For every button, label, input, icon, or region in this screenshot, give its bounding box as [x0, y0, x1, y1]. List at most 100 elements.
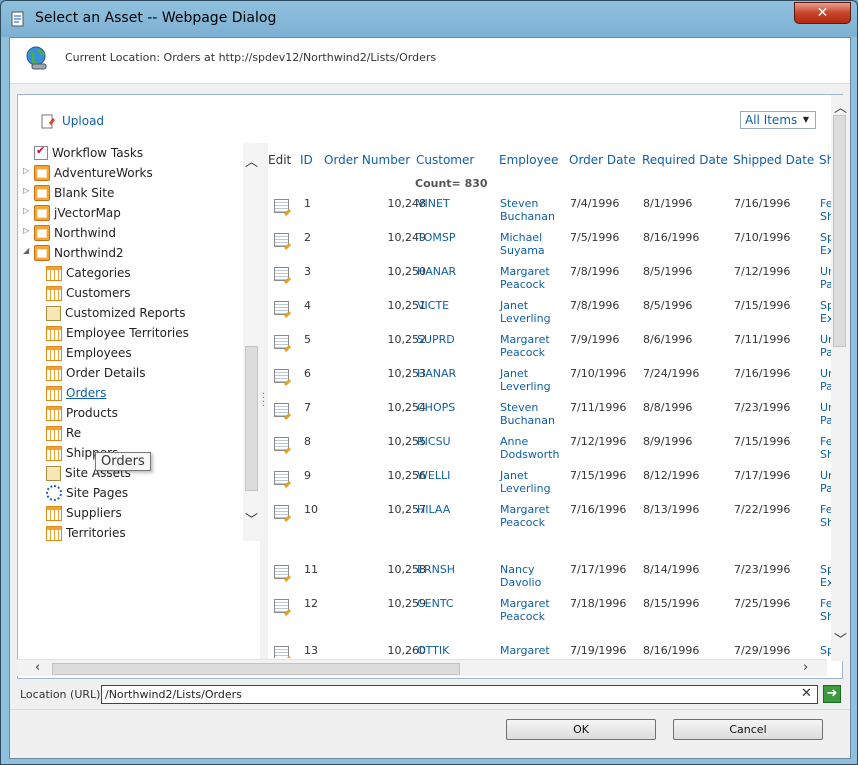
table-row[interactable]: 12 10,259 CENTC Margaret Peacock 7/18/1996 8/1…: [268, 597, 831, 631]
tree-item-workflow-tasks[interactable]: Workflow Tasks: [34, 143, 143, 163]
tree-scrollbar[interactable]: ︿ ﹀: [243, 143, 260, 541]
edit-icon[interactable]: [274, 335, 289, 349]
tree-item-customers[interactable]: Customers: [46, 283, 131, 303]
cell-customer[interactable]: ERNSH: [417, 563, 455, 576]
tree-item-territories[interactable]: Territories: [46, 523, 126, 543]
chevron-left-icon[interactable]: ‹: [35, 660, 40, 675]
column-header-order-number[interactable]: Order Number: [324, 153, 410, 167]
tree-item-order-details[interactable]: Order Details: [46, 363, 146, 383]
cell-ship[interactable]: UnPac: [820, 401, 831, 427]
tree-item-adventureworks[interactable]: AdventureWorks: [34, 163, 153, 183]
cell-customer[interactable]: WELLI: [417, 469, 450, 482]
cell-ship[interactable]: Sp: [820, 644, 831, 657]
cell-ship[interactable]: FedSh: [820, 597, 831, 623]
cell-ship[interactable]: FedSh: [820, 435, 831, 461]
location-url-input[interactable]: [101, 685, 818, 704]
tree-item-re[interactable]: Re: [46, 423, 81, 443]
tree-item-northwind2[interactable]: Northwind2: [34, 243, 124, 263]
table-row[interactable]: 11 10,258 ERNSH Nancy Davolio 7/17/1996 8/14/1…: [268, 563, 831, 597]
close-button[interactable]: ✕: [794, 2, 851, 24]
cell-emp[interactable]: MargaretPeacock: [500, 644, 550, 658]
go-button[interactable]: ➜: [823, 685, 841, 703]
cell-emp[interactable]: Janet Leverling: [500, 367, 551, 393]
cancel-button[interactable]: Cancel: [673, 719, 823, 740]
tree-scroll-thumb[interactable]: [245, 346, 258, 491]
table-row[interactable]: 9 10,256 WELLI Janet Leverling 7/15/1996 8/12/…: [268, 469, 831, 503]
edit-icon[interactable]: [274, 599, 289, 613]
cell-emp[interactable]: Michael Suyama: [500, 231, 545, 257]
table-row[interactable]: 5 10,252 SUPRD Margaret Peacock 7/9/1996 8/6/1…: [268, 333, 831, 367]
cell-ship[interactable]: SpExp: [820, 563, 831, 589]
cell-customer[interactable]: CHOPS: [417, 401, 455, 414]
tree-item-blank-site[interactable]: Blank Site: [34, 183, 114, 203]
edit-icon[interactable]: [274, 267, 289, 281]
table-row[interactable]: 8 10,255 RICSU Anne Dodsworth 7/12/1996 8/9/19…: [268, 435, 831, 469]
cell-ship[interactable]: UnPac: [820, 333, 831, 359]
horizontal-scroll-thumb[interactable]: [52, 663, 460, 675]
cell-customer[interactable]: SUPRD: [417, 333, 455, 346]
clear-icon[interactable]: ✕: [801, 686, 812, 701]
ok-button[interactable]: OK: [506, 719, 656, 740]
cell-ship[interactable]: UnPac: [820, 367, 831, 393]
edit-icon[interactable]: [274, 437, 289, 451]
cell-ship[interactable]: FedSh: [820, 503, 831, 529]
cell-customer[interactable]: VINET: [417, 197, 450, 210]
cell-emp[interactable]: Anne Dodsworth: [500, 435, 559, 461]
edit-icon[interactable]: [274, 505, 289, 519]
cell-emp[interactable]: Nancy Davolio: [500, 563, 541, 589]
column-header-order-date[interactable]: Order Date: [569, 153, 636, 167]
edit-icon[interactable]: [274, 471, 289, 485]
cell-ship[interactable]: UnPac: [820, 265, 831, 291]
horizontal-scrollbar[interactable]: ‹ ›: [17, 659, 827, 676]
table-row[interactable]: 2 10,249 TOMSP Michael Suyama 7/5/1996 8/16/19…: [268, 231, 831, 265]
table-row[interactable]: 13 10,260OTTIK MargaretPeacock 7/19/1996 8/1…: [268, 644, 831, 658]
tree-item-employees[interactable]: Employees: [46, 343, 132, 363]
cell-emp[interactable]: MargaretPeacock: [500, 597, 550, 623]
tree-item-orders[interactable]: Orders: [46, 383, 106, 403]
tree-item-site-pages[interactable]: Site Pages: [46, 483, 128, 503]
pane-splitter[interactable]: · · · ·: [260, 143, 268, 663]
cell-emp[interactable]: MargaretPeacock: [500, 333, 550, 359]
table-row[interactable]: 1 10,248 VINET Steven Buchanan 7/4/1996 8/1/19…: [268, 197, 831, 231]
table-row[interactable]: 7 10,254 CHOPS Steven Buchanan 7/11/1996 8/8/1…: [268, 401, 831, 435]
cell-emp[interactable]: Janet Leverling: [500, 299, 551, 325]
cell-ship[interactable]: SpExp: [820, 231, 831, 257]
cell-customer[interactable]: HILAA: [417, 503, 450, 516]
table-row[interactable]: 6 10,253 HANAR Janet Leverling 7/10/1996 7/24/…: [268, 367, 831, 401]
grid-scrollbar[interactable]: ︿ ﹀: [831, 95, 848, 661]
column-header-employee[interactable]: Employee: [499, 153, 558, 167]
chevron-up-icon[interactable]: ︿: [245, 151, 258, 170]
cell-customer[interactable]: CENTC: [417, 597, 454, 610]
tree-item-northwind[interactable]: Northwind: [34, 223, 116, 243]
edit-icon[interactable]: [274, 403, 289, 417]
tree-item-employee-territories[interactable]: Employee Territories: [46, 323, 189, 343]
table-row[interactable]: 3 10,250 HANAR Margaret Peacock 7/8/1996 8/5/1…: [268, 265, 831, 299]
table-row[interactable]: 10 10,257 HILAA Margaret Peacock 7/16/1996 8/1…: [268, 503, 831, 537]
cell-customer[interactable]: HANAR: [417, 367, 456, 380]
chevron-up-icon[interactable]: ︿: [834, 97, 847, 116]
column-header-shipped-date[interactable]: Shipped Date: [733, 153, 814, 167]
cell-customer[interactable]: HANAR: [417, 265, 456, 278]
cell-emp[interactable]: MargaretPeacock: [500, 503, 550, 529]
view-selector[interactable]: All Items ▼: [740, 111, 816, 129]
expand-icon[interactable]: ▷: [23, 186, 31, 195]
chevron-down-icon[interactable]: ﹀: [834, 629, 847, 648]
edit-icon[interactable]: [274, 646, 289, 658]
chevron-right-icon[interactable]: ›: [803, 660, 808, 675]
cell-emp[interactable]: Steven Buchanan: [500, 197, 555, 223]
tree-item-products[interactable]: Products: [46, 403, 118, 423]
chevron-down-icon[interactable]: ﹀: [245, 509, 258, 528]
cell-ship[interactable]: SpExp: [820, 299, 831, 325]
cell-customer[interactable]: VICTE: [417, 299, 449, 312]
expand-icon[interactable]: ▷: [23, 206, 31, 215]
column-header-ship-via[interactable]: Shi: [819, 153, 831, 167]
table-row[interactable]: 4 10,251 VICTE Janet Leverling 7/8/1996 8/5/19…: [268, 299, 831, 333]
tree-item-jvectormap[interactable]: jVectorMap: [34, 203, 121, 223]
tree-item-categories[interactable]: Categories: [46, 263, 131, 283]
cell-ship[interactable]: FedSh: [820, 197, 831, 223]
expand-icon[interactable]: ▷: [23, 226, 31, 235]
tree-item-customized-reports[interactable]: Customized Reports: [46, 303, 185, 323]
cell-customer[interactable]: RICSU: [417, 435, 451, 448]
edit-icon[interactable]: [274, 199, 289, 213]
edit-icon[interactable]: [274, 301, 289, 315]
